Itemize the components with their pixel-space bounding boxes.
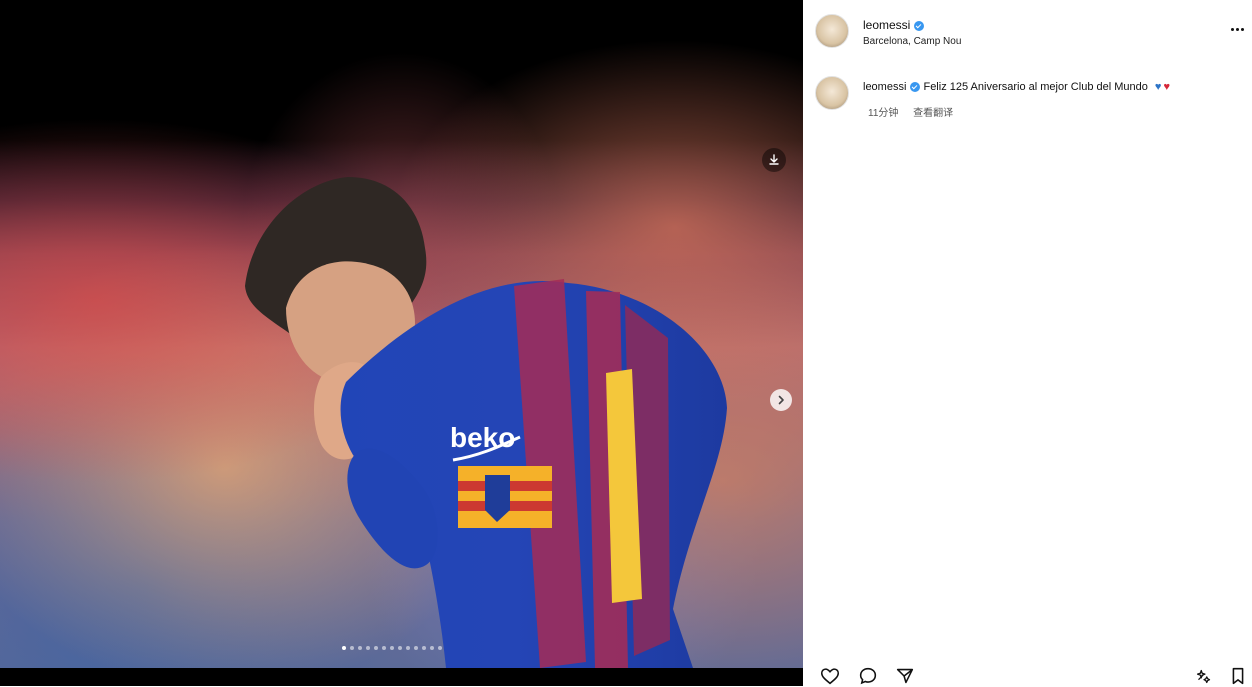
- more-dot-icon: [1231, 28, 1234, 31]
- heart-icon[interactable]: [819, 665, 841, 687]
- caption-avatar[interactable]: [815, 76, 849, 110]
- slide-dot: [414, 646, 418, 650]
- post-time: 11分钟: [868, 108, 899, 119]
- red-heart-icon: ♥: [1163, 81, 1170, 93]
- caption-username[interactable]: leomessi: [863, 81, 906, 93]
- slide-dot: [422, 646, 426, 650]
- slide-dot: [382, 646, 386, 650]
- post-sidebar: leomessi Barcelona, Camp Nou leomessi Fe…: [803, 0, 1252, 686]
- slide-dot: [390, 646, 394, 650]
- verified-icon: [914, 20, 925, 31]
- chevron-right-icon: [778, 395, 784, 405]
- media-bottom-strip: [0, 668, 803, 686]
- caption-meta: 11分钟 查看翻译: [868, 104, 953, 119]
- more-dot-icon: [1236, 28, 1239, 31]
- caption-text-line: leomessi Feliz 125 Aniversario al mejor …: [863, 81, 1170, 93]
- more-dot-icon: [1241, 28, 1244, 31]
- blue-heart-icon: ♥: [1154, 81, 1162, 93]
- caption-text: Feliz 125 Aniversario al mejor Club del …: [923, 81, 1148, 93]
- slide-dot: [406, 646, 410, 650]
- slide-dot: [438, 646, 442, 650]
- slide-dot: [350, 646, 354, 650]
- svg-text:beko: beko: [450, 422, 515, 453]
- save-icon[interactable]: [762, 148, 786, 172]
- comment-icon[interactable]: [857, 665, 879, 687]
- slide-indicator: [342, 646, 442, 650]
- translate-link[interactable]: 查看翻译: [913, 108, 953, 119]
- next-slide-button[interactable]: [770, 389, 792, 411]
- post-location[interactable]: Barcelona, Camp Nou: [863, 36, 961, 47]
- player-image: beko: [245, 177, 727, 668]
- more-options-button[interactable]: [1231, 28, 1244, 31]
- slide-dot: [398, 646, 402, 650]
- download-icon: [769, 154, 779, 165]
- slide-dot: [374, 646, 378, 650]
- avatar[interactable]: [815, 14, 849, 48]
- action-bar: [803, 664, 1252, 686]
- slide-dot: [430, 646, 434, 650]
- app: beko leomessi Barcelona, Camp Nou leomes…: [0, 0, 1252, 686]
- bookmark-icon[interactable]: [1227, 665, 1249, 687]
- slide-dot: [358, 646, 362, 650]
- post-media[interactable]: beko: [0, 0, 803, 686]
- slide-dot: [366, 646, 370, 650]
- sparkle-icon[interactable]: [1193, 665, 1215, 687]
- profile-username-wrap: leomessi: [863, 18, 925, 32]
- profile-username[interactable]: leomessi: [863, 18, 910, 32]
- post-header: leomessi Barcelona, Camp Nou: [803, 0, 1252, 60]
- send-icon[interactable]: [894, 665, 916, 687]
- verified-icon: [910, 82, 921, 93]
- slide-dot-active: [342, 646, 346, 650]
